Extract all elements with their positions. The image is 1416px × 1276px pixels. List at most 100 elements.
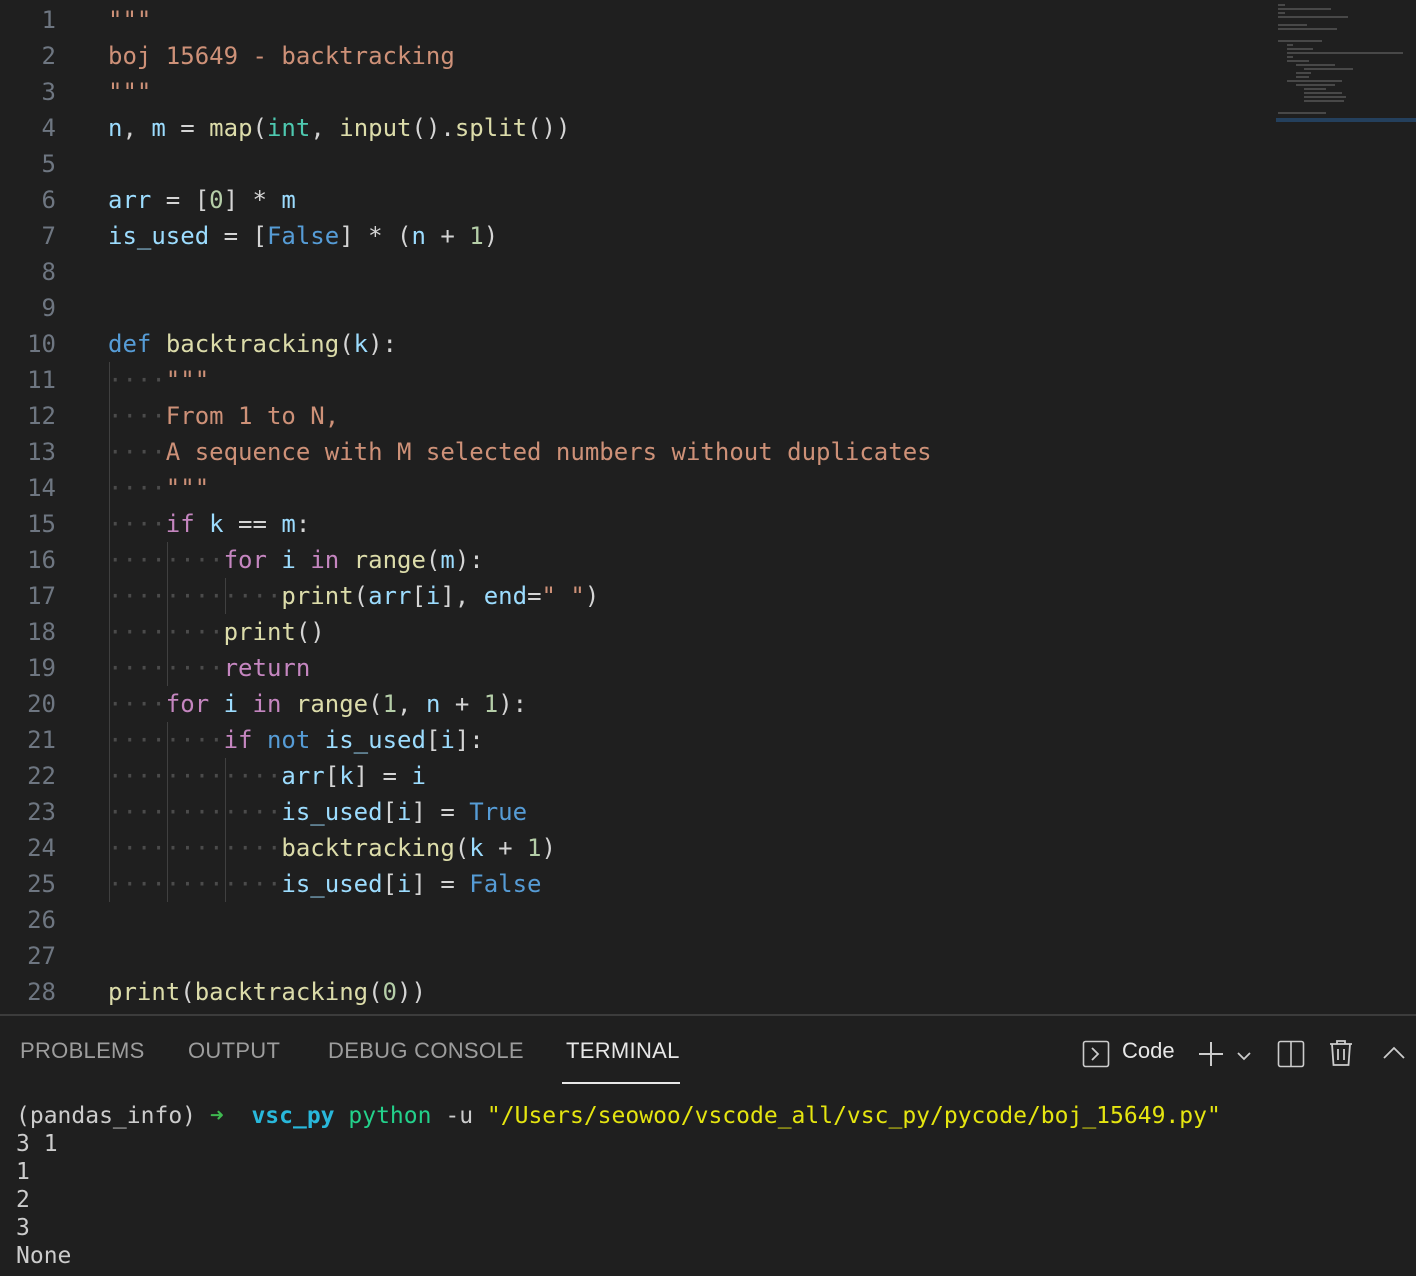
code-token: print — [223, 618, 296, 646]
code-token: ( — [425, 546, 441, 574]
code-line[interactable]: 2 boj 15649 - backtracking — [0, 38, 1270, 74]
code-line[interactable]: 6 arr = [0] * m — [0, 182, 1270, 218]
code-token: backtracking — [194, 978, 369, 1006]
code-line[interactable]: 19 ········return — [0, 650, 1270, 686]
code-token: backtracking — [281, 834, 455, 862]
code-token: [ — [382, 798, 397, 826]
minimap-line — [1278, 12, 1285, 14]
line-number: 1 — [41, 6, 56, 34]
indent-guide — [225, 758, 226, 902]
code-token: k — [469, 834, 484, 862]
code-token: : — [295, 510, 311, 538]
code-line[interactable]: 25 ············is_used[i] = False — [0, 866, 1270, 902]
code-editor[interactable]: 1 """ 2 boj 15649 - backtracking 3 """ 4 n, m =… — [0, 0, 1416, 1014]
tab-terminal[interactable]: TERMINAL — [566, 1038, 680, 1064]
code-line[interactable]: 18 ········print() — [0, 614, 1270, 650]
line-code: ····""" — [108, 470, 209, 506]
code-token: ): — [454, 546, 484, 574]
code-line[interactable]: 23 ············is_used[i] = True — [0, 794, 1270, 830]
line-number: 17 — [27, 582, 56, 610]
code-token: ( — [353, 582, 369, 610]
line-number: 19 — [27, 654, 56, 682]
minimap-line — [1278, 28, 1338, 30]
code-line[interactable]: 4 n, m = map(int, input().split()) — [0, 110, 1270, 146]
code-token: end — [483, 582, 528, 610]
terminal-output[interactable]: (pandas_info) ➜ vsc_py python -u "/Users… — [16, 1102, 1221, 1270]
code-line[interactable]: 12 ····From 1 to N, — [0, 398, 1270, 434]
code-line[interactable]: 15 ····if k == m: — [0, 506, 1270, 542]
line-code: ····A sequence with M selected numbers w… — [108, 434, 932, 470]
code-line[interactable]: 10 def backtracking(k): — [0, 326, 1270, 362]
code-token: ], — [440, 582, 484, 610]
code-line[interactable]: 22 ············arr[k] = i — [0, 758, 1270, 794]
tab-problems[interactable]: PROBLEMS — [20, 1038, 145, 1064]
line-code: ········for i in range(m): — [108, 542, 484, 578]
terminal-output-line: None — [16, 1243, 72, 1269]
chevron-up-icon[interactable] — [1382, 1044, 1406, 1062]
minimap-line — [1278, 4, 1285, 6]
code-token: + — [483, 834, 528, 862]
code-token: n — [411, 222, 426, 250]
code-token: """ — [165, 366, 210, 394]
code-token: [ — [425, 726, 441, 754]
code-token: ········ — [108, 726, 224, 754]
code-line[interactable]: 14 ····""" — [0, 470, 1270, 506]
code-line[interactable]: 9 — [0, 290, 1270, 326]
code-token: i — [281, 546, 296, 574]
minimap-line — [1304, 100, 1344, 102]
code-token: k — [339, 762, 354, 790]
code-token: ············ — [108, 834, 282, 862]
line-number: 25 — [27, 870, 56, 898]
code-line[interactable]: 1 """ — [0, 2, 1270, 38]
line-number: 21 — [27, 726, 56, 754]
code-line[interactable]: 27 — [0, 938, 1270, 974]
code-line[interactable]: 5 — [0, 146, 1270, 182]
code-line[interactable]: 24 ············backtracking(k + 1) — [0, 830, 1270, 866]
plus-icon[interactable] — [1197, 1040, 1225, 1068]
line-number: 22 — [27, 762, 56, 790]
code-token: return — [223, 654, 311, 682]
code-token: k — [353, 330, 369, 358]
code-line[interactable]: 13 ····A sequence with M selected numbers… — [0, 434, 1270, 470]
code-line[interactable]: 11 ····""" — [0, 362, 1270, 398]
code-token: False — [266, 222, 340, 250]
code-line[interactable]: 28 print(backtracking(0)) — [0, 974, 1270, 1010]
code-token: i — [440, 726, 455, 754]
code-token: for — [165, 690, 210, 718]
code-line[interactable]: 20 ····for i in range(1, n + 1): — [0, 686, 1270, 722]
minimap[interactable] — [1276, 0, 1416, 124]
code-token: ] = — [411, 870, 470, 898]
minimap-line — [1286, 48, 1314, 50]
terminal-selector[interactable]: Code — [1082, 1038, 1182, 1068]
code-token: 0 — [209, 186, 224, 214]
code-line[interactable]: 8 — [0, 254, 1270, 290]
terminal-output-line: 1 — [16, 1159, 30, 1185]
code-line[interactable]: 21 ········if not is_used[i]: — [0, 722, 1270, 758]
code-token: i — [223, 690, 239, 718]
tab-debug-console[interactable]: DEBUG CONSOLE — [328, 1038, 524, 1064]
code-token: backtracking — [165, 330, 340, 358]
code-token: , — [122, 114, 152, 142]
prompt-arrow-icon: ➜ — [209, 1103, 224, 1129]
code-line[interactable]: 17 ············print(arr[i], end=" ") — [0, 578, 1270, 614]
code-line[interactable]: 3 """ — [0, 74, 1270, 110]
line-number: 5 — [41, 150, 56, 178]
code-line[interactable]: 16 ········for i in range(m): — [0, 542, 1270, 578]
line-code: arr = [0] * m — [108, 182, 296, 218]
split-icon[interactable] — [1277, 1040, 1305, 1068]
tab-output[interactable]: OUTPUT — [188, 1038, 280, 1064]
code-line[interactable]: 7 is_used = [False] * (n + 1) — [0, 218, 1270, 254]
command-name: python — [348, 1103, 432, 1129]
code-token: split — [454, 114, 528, 142]
minimap-line — [1304, 88, 1327, 90]
trash-icon[interactable] — [1328, 1039, 1354, 1067]
line-number: 11 — [27, 366, 56, 394]
line-code: ············arr[k] = i — [108, 758, 426, 794]
line-number: 3 — [41, 78, 56, 106]
code-line[interactable]: 26 — [0, 902, 1270, 938]
minimap-slider[interactable] — [1276, 118, 1416, 122]
code-token: print — [108, 978, 181, 1006]
code-token: i — [397, 870, 412, 898]
chevron-down-icon[interactable] — [1236, 1048, 1252, 1064]
